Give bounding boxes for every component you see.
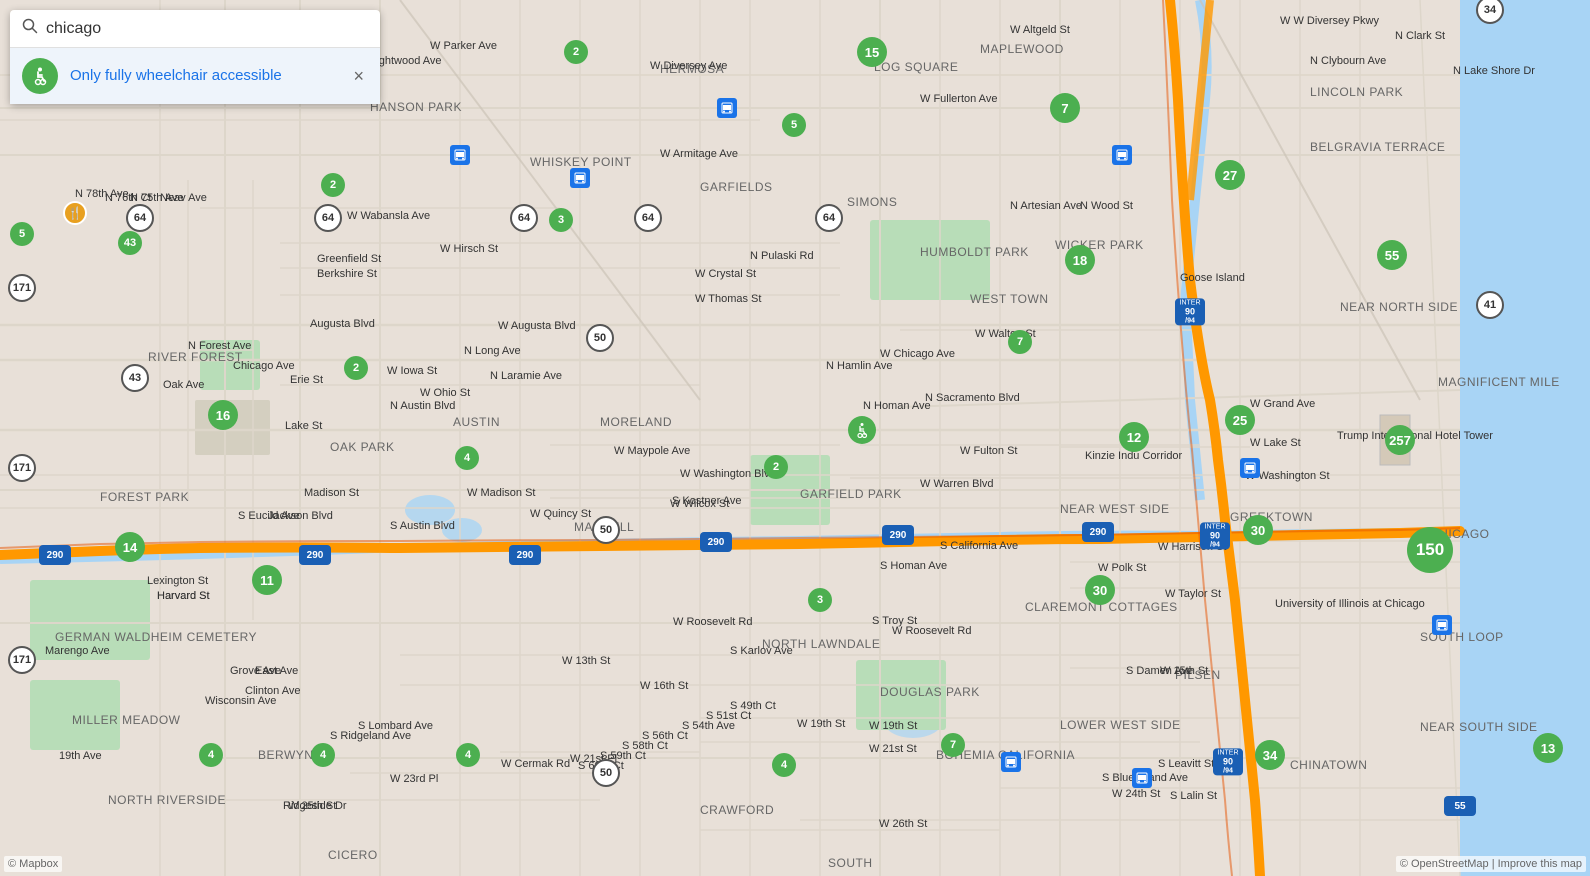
search-input-row [10, 10, 380, 48]
map-attribution-right: © OpenStreetMap | Improve this map [1396, 856, 1586, 872]
search-input[interactable] [46, 20, 368, 38]
map-attribution-left: © Mapbox [4, 856, 62, 872]
filter-label: Only fully wheelchair accessible [70, 66, 349, 86]
search-icon [22, 18, 38, 39]
filter-close-button[interactable]: × [349, 62, 368, 91]
search-box: Only fully wheelchair accessible × [10, 10, 380, 104]
wheelchair-filter-icon [22, 58, 58, 94]
filter-row: Only fully wheelchair accessible × [10, 48, 380, 104]
map-background [0, 0, 1590, 876]
map-container[interactable]: Only fully wheelchair accessible × © Map… [0, 0, 1590, 876]
